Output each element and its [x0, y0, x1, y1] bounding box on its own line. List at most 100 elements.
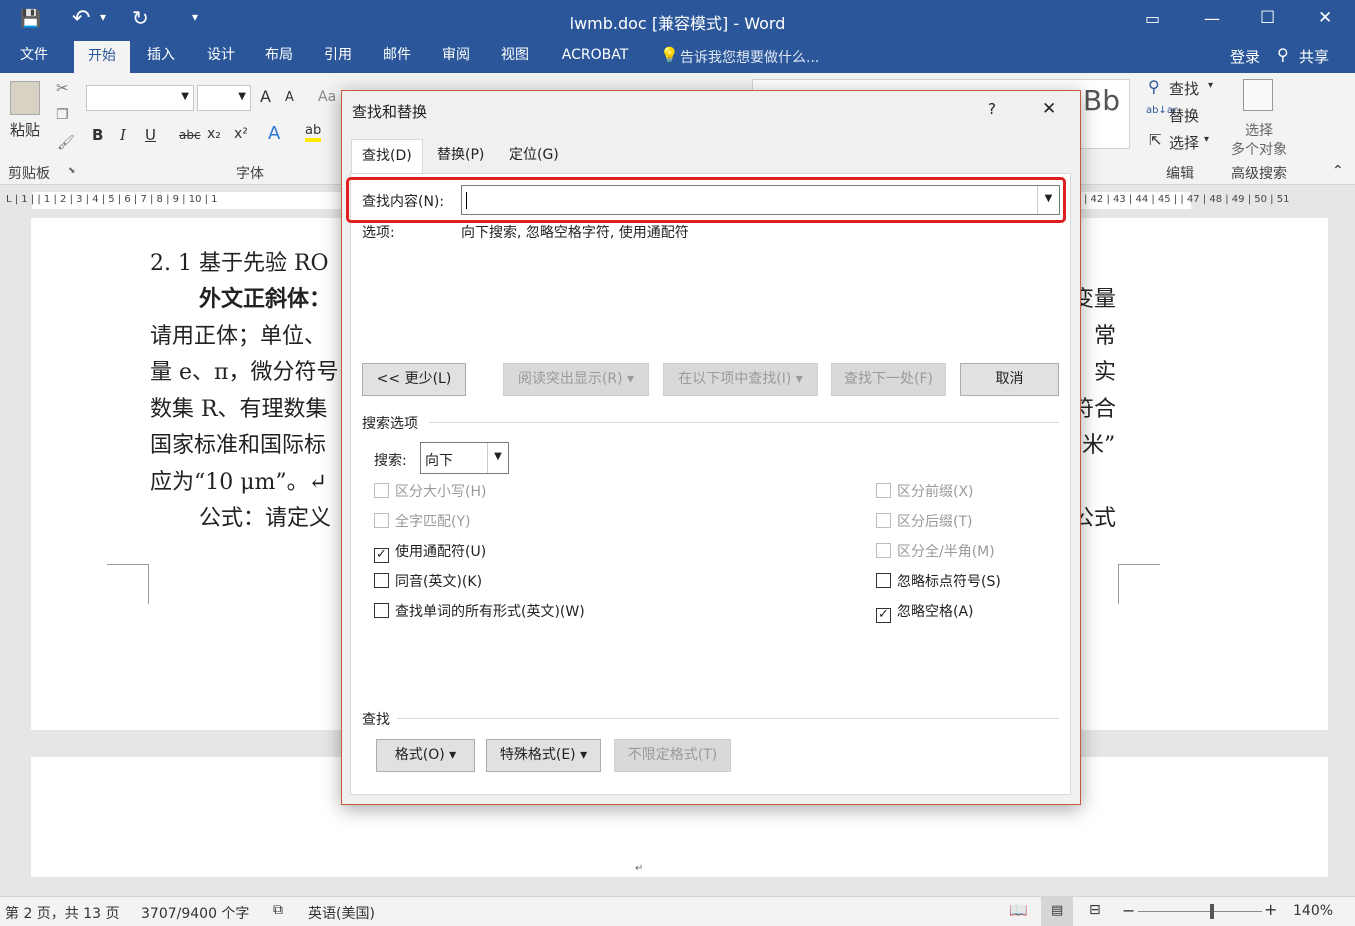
find-dropdown-icon[interactable]: ▾	[1208, 80, 1213, 91]
format-button[interactable]: 格式(O) ▾	[376, 739, 475, 772]
divider	[397, 718, 1059, 719]
reading-highlight-button[interactable]: 阅读突出显示(R) ▾	[503, 363, 649, 396]
change-case-button[interactable]: Aa	[318, 89, 336, 105]
replace-button[interactable]: 替换	[1169, 105, 1199, 126]
select-objects-label-1[interactable]: 选择	[1245, 120, 1273, 140]
checkbox-unchecked-icon[interactable]	[374, 603, 389, 618]
zoom-in-button[interactable]: +	[1264, 900, 1277, 919]
tab-design[interactable]: 设计	[196, 40, 246, 73]
doc-line-right[interactable]: 实	[1094, 354, 1116, 386]
proofing-icon[interactable]: ⧉	[273, 902, 283, 918]
read-mode-icon[interactable]: 📖	[1009, 901, 1028, 919]
bold-button[interactable]: B	[92, 126, 103, 144]
doc-line[interactable]: 国家标准和国际标	[150, 427, 326, 459]
format-painter-icon[interactable]: 🖌	[57, 135, 75, 151]
style-preview[interactable]: Bb	[1083, 84, 1120, 117]
help-button[interactable]: ?	[988, 100, 996, 118]
close-window-button[interactable]: ✕	[1318, 8, 1332, 28]
minimize-button[interactable]: —	[1204, 9, 1220, 28]
select-dropdown-icon[interactable]: ▾	[1204, 134, 1209, 145]
tab-find[interactable]: 查找(D)	[351, 139, 423, 174]
select-objects-icon[interactable]	[1243, 79, 1273, 111]
checkbox-right-4[interactable]: ✓ 忽略空格(A)	[876, 602, 974, 623]
tab-acrobat[interactable]: ACROBAT	[552, 40, 638, 73]
doc-line[interactable]: 外文正斜体：	[199, 281, 331, 313]
tab-mailings[interactable]: 邮件	[372, 40, 422, 73]
find-button[interactable]: 查找	[1169, 78, 1199, 99]
search-direction-select[interactable]: 向下 ▼	[420, 442, 509, 474]
checkbox-checked-icon[interactable]: ✓	[374, 548, 389, 563]
zoom-level[interactable]: 140%	[1293, 903, 1333, 919]
cut-icon[interactable]: ✂	[56, 79, 69, 97]
ribbon-display-options-icon[interactable]: ▭	[1145, 9, 1160, 28]
checkbox-left-4[interactable]: 查找单词的所有形式(英文)(W)	[374, 602, 585, 622]
share-button[interactable]: 共享	[1299, 46, 1329, 67]
underline-button[interactable]: U	[145, 126, 156, 144]
web-layout-icon[interactable]: ⊟	[1089, 902, 1101, 918]
font-name-combo[interactable]: ▼	[86, 85, 194, 111]
superscript-button[interactable]: x²	[234, 126, 248, 142]
checkbox-left-3[interactable]: 同音(英文)(K)	[374, 572, 482, 592]
paste-button[interactable]: 粘贴	[10, 119, 40, 140]
strikethrough-button[interactable]: abc	[179, 128, 201, 142]
tell-me-input[interactable]: 告诉我您想要做什么...	[680, 47, 819, 67]
tab-file[interactable]: 文件	[6, 40, 62, 73]
zoom-out-button[interactable]: −	[1122, 901, 1135, 920]
dialog-launcher-icon[interactable]: ⬊	[68, 166, 76, 176]
checkbox-left-2[interactable]: ✓ 使用通配符(U)	[374, 542, 486, 563]
print-layout-icon[interactable]: ▤	[1041, 897, 1073, 926]
doc-line-right[interactable]: 常	[1094, 318, 1116, 350]
checkbox-unchecked-icon[interactable]	[876, 573, 891, 588]
shrink-font-button[interactable]: A	[285, 90, 294, 105]
tab-home[interactable]: 开始	[74, 41, 130, 73]
tab-layout[interactable]: 布局	[254, 40, 304, 73]
cancel-button[interactable]: 取消	[960, 363, 1059, 396]
doc-line[interactable]: 公式：请定义	[199, 500, 331, 532]
find-what-input[interactable]: ▼	[461, 185, 1060, 215]
zoom-slider-thumb[interactable]	[1210, 904, 1215, 919]
select-button[interactable]: 选择	[1169, 132, 1199, 153]
select-objects-label-2[interactable]: 多个对象	[1231, 139, 1287, 159]
doc-line-right[interactable]: 米”	[1082, 427, 1115, 459]
less-button[interactable]: << 更少(L)	[362, 363, 466, 396]
checkbox-right-3[interactable]: 忽略标点符号(S)	[876, 572, 1001, 592]
font-size-combo[interactable]: ▼	[197, 85, 251, 111]
copy-icon[interactable]: ❐	[56, 107, 69, 123]
italic-button[interactable]: I	[120, 126, 126, 144]
text-effects-button[interactable]: A	[268, 123, 280, 144]
collapse-ribbon-icon[interactable]: ⌃	[1332, 163, 1344, 179]
maximize-button[interactable]: ☐	[1260, 8, 1275, 28]
no-formatting-button[interactable]: 不限定格式(T)	[614, 739, 731, 772]
find-in-button[interactable]: 在以下项中查找(I) ▾	[663, 363, 818, 396]
checkbox-checked-icon[interactable]: ✓	[876, 608, 891, 623]
dialog-close-button[interactable]: ✕	[1042, 99, 1056, 119]
grow-font-button[interactable]: A	[260, 87, 271, 106]
tab-insert[interactable]: 插入	[136, 40, 186, 73]
word-count[interactable]: 3707/9400 个字	[141, 903, 249, 923]
paste-icon[interactable]	[10, 81, 40, 115]
advanced-search-group-label: 高级搜索	[1231, 166, 1287, 182]
tab-review[interactable]: 审阅	[431, 40, 481, 73]
doc-line[interactable]: 量 e、π，微分符号	[150, 354, 338, 386]
doc-heading[interactable]: 2. 1 基于先验 RO	[150, 245, 329, 277]
login-link[interactable]: 登录	[1230, 46, 1260, 67]
tab-replace[interactable]: 替换(P)	[427, 139, 495, 173]
find-history-dropdown-icon[interactable]: ▼	[1037, 186, 1059, 214]
chevron-down-icon[interactable]: ▼	[487, 443, 508, 473]
highlight-button[interactable]: ab	[305, 123, 322, 142]
tab-references[interactable]: 引用	[313, 40, 363, 73]
doc-line[interactable]: 请用正体；单位、	[150, 318, 326, 350]
page-count[interactable]: 第 2 页，共 13 页	[5, 903, 120, 923]
find-next-button[interactable]: 查找下一处(F)	[831, 363, 946, 396]
language[interactable]: 英语(美国)	[308, 903, 375, 923]
doc-line[interactable]: 应为“10 μm”。↵	[150, 464, 327, 496]
checkbox-unchecked-icon	[876, 513, 891, 528]
special-button[interactable]: 特殊格式(E) ▾	[486, 739, 601, 772]
divider	[429, 422, 1059, 423]
checkbox-unchecked-icon[interactable]	[374, 573, 389, 588]
zoom-slider[interactable]	[1138, 911, 1262, 912]
tab-view[interactable]: 视图	[490, 40, 540, 73]
doc-line[interactable]: 数集 R、有理数集	[150, 391, 328, 423]
tab-goto[interactable]: 定位(G)	[499, 139, 569, 173]
subscript-button[interactable]: x₂	[207, 126, 221, 142]
